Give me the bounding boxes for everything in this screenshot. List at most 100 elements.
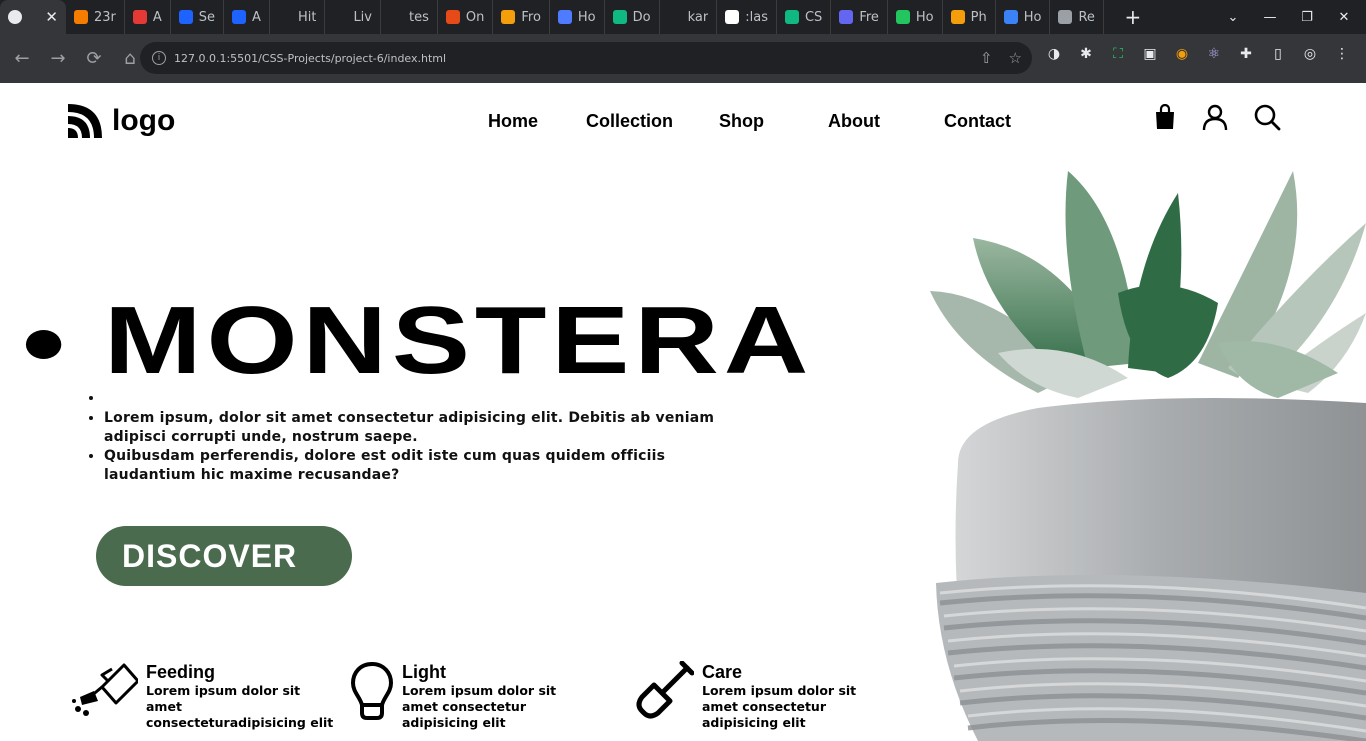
search-icon[interactable]: [1253, 103, 1281, 131]
feature-text: Feeding Lorem ipsum dolor sit amet conse…: [146, 661, 336, 731]
logo-text: logo: [112, 104, 176, 137]
browser-tab[interactable]: Ho: [996, 0, 1051, 34]
forward-icon[interactable]: →: [42, 43, 74, 75]
feature-desc: Lorem ipsum dolor sit amet consectetur a…: [402, 683, 557, 730]
tab-title: Ho: [915, 9, 934, 25]
tab-title: Ho: [1023, 9, 1042, 25]
extensions-area: ◑ ✱ ⛶ ▣ ◉ ⚛ ✚ ▯ ◎ ⋮: [1044, 44, 1352, 64]
tab-title: 23r: [94, 9, 116, 25]
feature-text: Care Lorem ipsum dolor sit amet consecte…: [702, 661, 892, 731]
back-icon[interactable]: ←: [6, 43, 38, 75]
tab-favicon-icon: [132, 10, 147, 24]
tab-favicon-icon: [333, 10, 348, 24]
shopping-bag-icon[interactable]: [1153, 104, 1177, 130]
browser-tab[interactable]: Liv: [325, 0, 381, 34]
browser-tab[interactable]: A: [125, 0, 171, 34]
succulent-pot-image: [930, 171, 1366, 741]
tab-favicon-icon: [950, 10, 965, 24]
tab-favicon-icon: [501, 10, 516, 24]
main-nav: Home Collection Shop About Contact: [488, 111, 1011, 132]
browser-tab[interactable]: Hit: [270, 0, 326, 34]
browser-tab[interactable]: 23r: [66, 0, 125, 34]
logo[interactable]: logo: [68, 104, 175, 138]
nav-about[interactable]: About: [828, 111, 880, 132]
browser-tab[interactable]: On: [438, 0, 494, 34]
logo-icon: [68, 104, 102, 138]
compass-icon[interactable]: ◎: [1300, 44, 1320, 64]
address-bar[interactable]: i 127.0.0.1:5501/CSS-Projects/project-6/…: [140, 42, 1032, 74]
globe-icon: [8, 10, 22, 24]
feature-care: Care Lorem ipsum dolor sit amet consecte…: [636, 661, 892, 731]
minimize-icon[interactable]: —: [1248, 10, 1292, 25]
tab-title: tes: [409, 9, 429, 25]
tab-title: Fro: [521, 9, 541, 25]
tab-search-chevron-icon[interactable]: ⌄: [1218, 10, 1248, 25]
nav-contact[interactable]: Contact: [944, 111, 1011, 132]
browser-tab[interactable]: Re: [1050, 0, 1104, 34]
tab-title: Hit: [297, 9, 317, 25]
tab-favicon-icon: [895, 10, 910, 24]
browser-tab[interactable]: Ph: [943, 0, 996, 34]
nav-shop[interactable]: Shop: [719, 111, 764, 132]
omnibox-actions: ⇧ ☆: [980, 49, 1022, 67]
feature-title: Care: [702, 662, 743, 682]
browser-tab[interactable]: kar: [660, 0, 718, 34]
extensions-puzzle-icon[interactable]: ✚: [1236, 44, 1256, 64]
browser-tab[interactable]: CS: [777, 0, 832, 34]
react-devtools-icon[interactable]: ⚛: [1204, 44, 1224, 64]
feature-feeding: Feeding Lorem ipsum dolor sit amet conse…: [72, 661, 336, 731]
tab-active[interactable]: ✕: [0, 0, 66, 34]
extension-icon[interactable]: ◉: [1172, 44, 1192, 64]
bookmark-star-icon[interactable]: ☆: [1009, 49, 1022, 67]
extension-icon[interactable]: ▣: [1140, 44, 1160, 64]
tab-favicon-icon: [389, 10, 403, 24]
nav-collection[interactable]: Collection: [586, 111, 673, 132]
close-window-icon[interactable]: ✕: [1322, 10, 1366, 25]
side-panel-icon[interactable]: ▯: [1268, 44, 1288, 64]
browser-tab[interactable]: Ho: [550, 0, 605, 34]
browser-tab[interactable]: Se: [171, 0, 225, 34]
browser-tab[interactable]: Fre: [831, 0, 888, 34]
browser-tab[interactable]: Fro: [493, 0, 550, 34]
browser-tab[interactable]: tes: [381, 0, 438, 34]
tab-title: :las: [745, 9, 768, 25]
tab-favicon-icon: [1058, 10, 1073, 24]
discover-button[interactable]: DISCOVER: [96, 526, 352, 586]
tab-favicon-icon: [1003, 10, 1018, 24]
site-info-icon[interactable]: i: [152, 51, 166, 65]
restore-icon[interactable]: ❐: [1292, 10, 1322, 25]
extension-icon[interactable]: ✱: [1076, 44, 1096, 64]
tab-favicon-icon: [74, 10, 88, 24]
browser-tab[interactable]: A: [224, 0, 270, 34]
user-icon[interactable]: [1201, 103, 1229, 131]
hero-title: MONSTERA: [104, 293, 863, 389]
browser-tab[interactable]: Do: [605, 0, 660, 34]
url-text[interactable]: 127.0.0.1:5501/CSS-Projects/project-6/in…: [174, 52, 446, 65]
feature-desc: Lorem ipsum dolor sit amet consectetur a…: [702, 683, 857, 730]
extension-icon[interactable]: ⛶: [1108, 44, 1128, 64]
tab-favicon-icon: [445, 10, 460, 24]
new-tab-button[interactable]: +: [1116, 5, 1150, 29]
tab-favicon-icon: [277, 10, 292, 24]
shovel-icon: [636, 661, 694, 719]
tab-favicon-icon: [232, 10, 247, 24]
close-tab-icon[interactable]: ✕: [45, 8, 58, 26]
tab-favicon-icon: [839, 10, 854, 24]
tab-favicon-icon: [612, 10, 627, 24]
header-icons: [1153, 103, 1281, 131]
tab-title: Se: [198, 9, 216, 25]
menu-dots-icon[interactable]: ⋮: [1332, 44, 1352, 64]
extension-icon[interactable]: ◑: [1044, 44, 1064, 64]
tab-title: kar: [687, 9, 709, 25]
browser-tab[interactable]: Ho: [888, 0, 943, 34]
feature-text: Light Lorem ipsum dolor sit amet consect…: [402, 661, 592, 731]
nav-home[interactable]: Home: [488, 111, 538, 132]
hero-list: MONSTERA Lorem ipsum, dolor sit amet con…: [86, 293, 808, 485]
watering-can-icon: [72, 663, 138, 716]
tab-title: On: [465, 9, 485, 25]
browser-tab[interactable]: :las: [717, 0, 777, 34]
tab-title: CS: [804, 9, 823, 25]
tab-title: A: [252, 9, 261, 25]
share-icon[interactable]: ⇧: [980, 49, 993, 67]
reload-icon[interactable]: ⟳: [78, 43, 110, 75]
